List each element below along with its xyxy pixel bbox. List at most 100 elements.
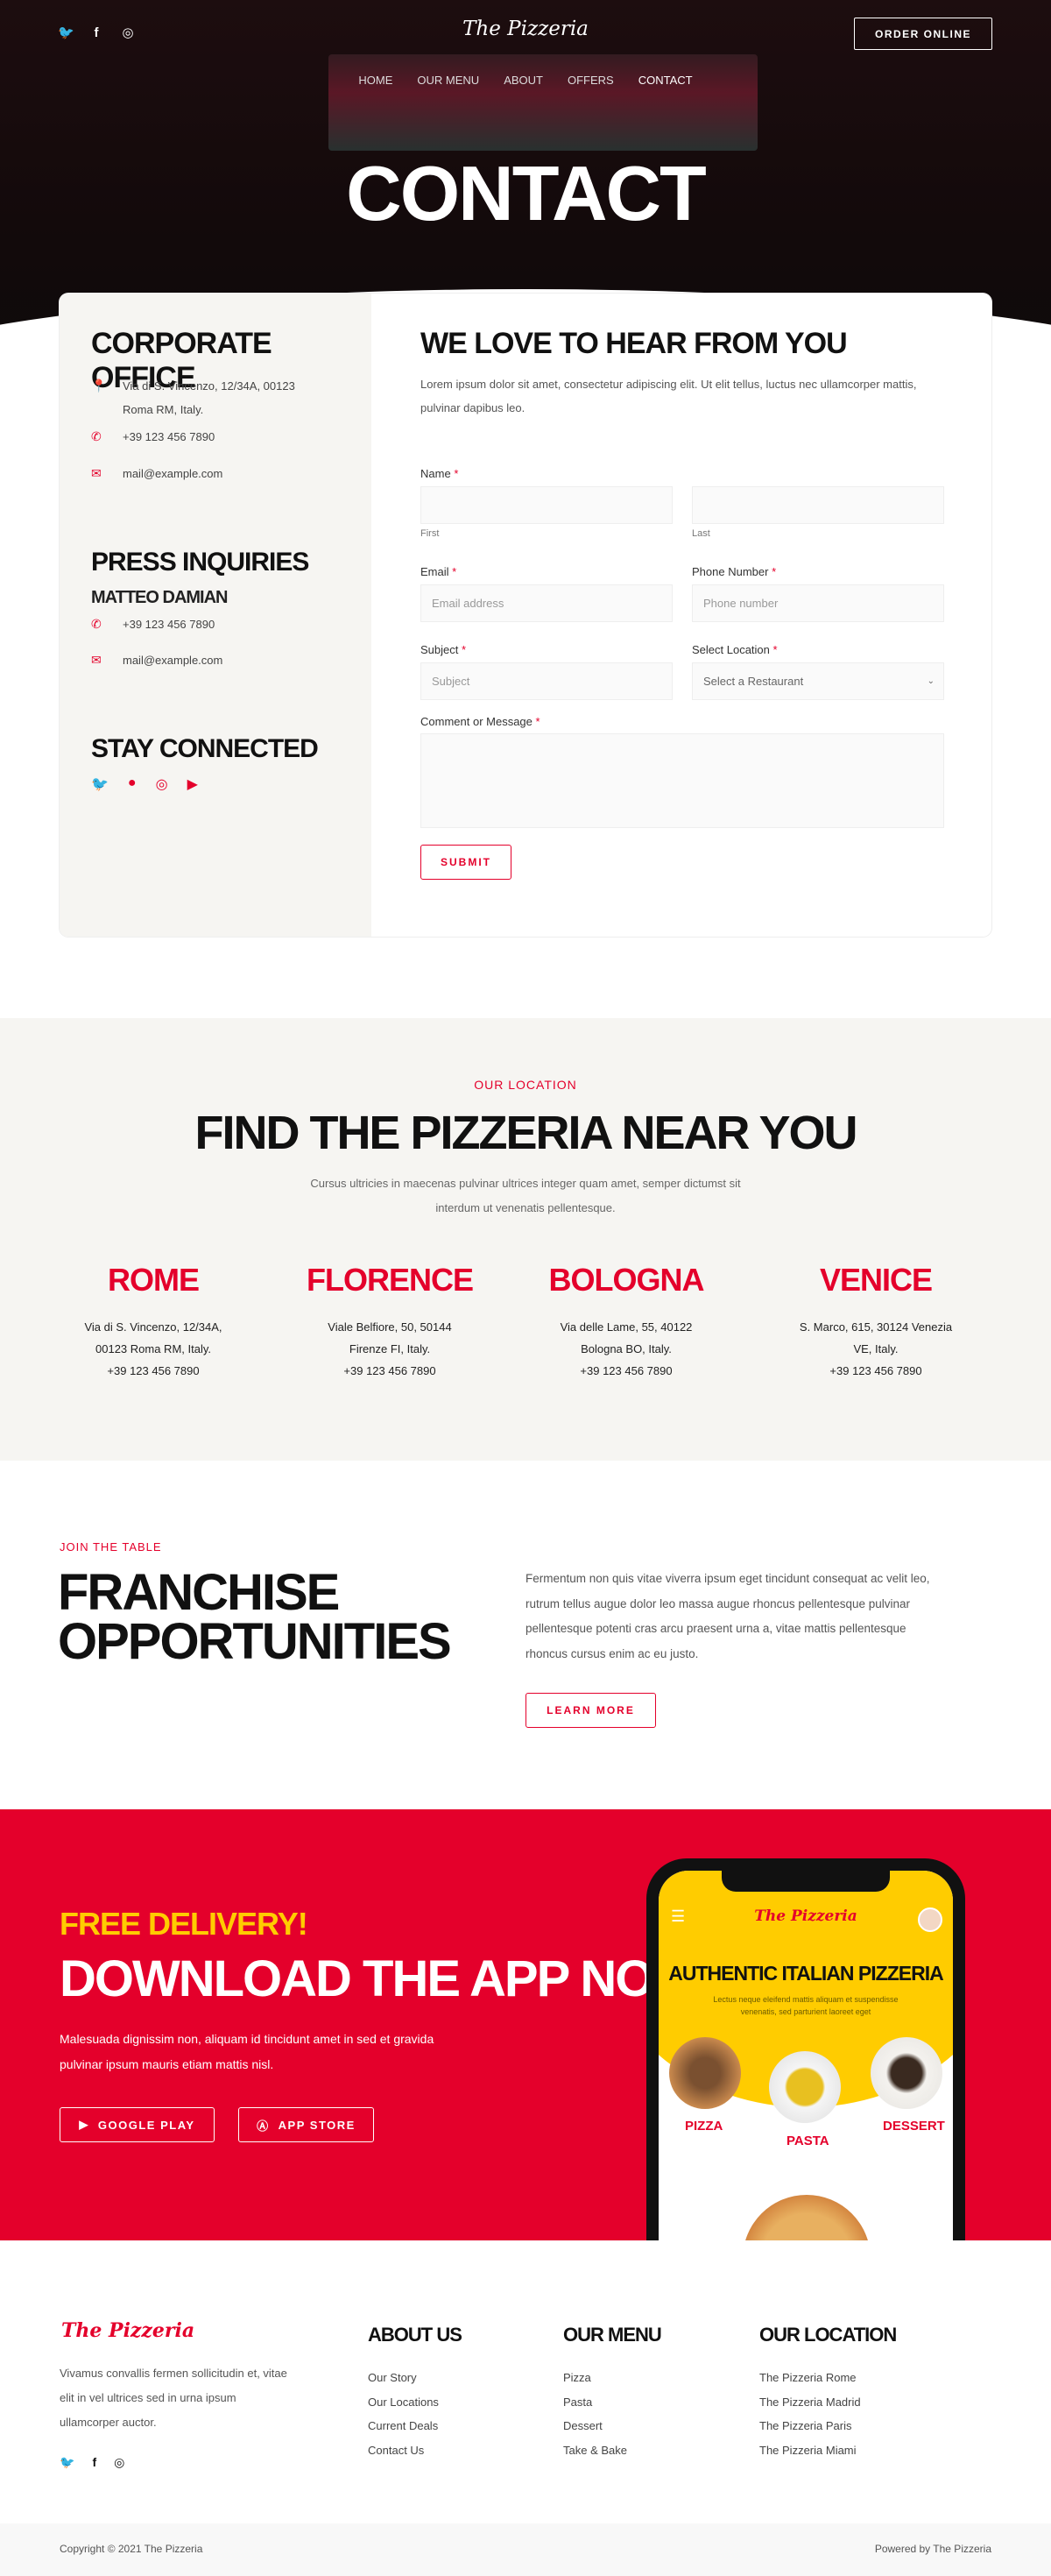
footer-link[interactable]: Pasta: [563, 2390, 627, 2415]
phone-icon: ✆: [91, 429, 102, 443]
category-pasta: PASTA: [786, 2134, 829, 2148]
message-textarea[interactable]: [420, 733, 944, 828]
footer-link[interactable]: Current Deals: [368, 2414, 439, 2438]
city-phone[interactable]: +39 123 456 7890: [758, 1360, 994, 1382]
footer-link[interactable]: The Pizzeria Miami: [759, 2438, 861, 2463]
submit-button[interactable]: SUBMIT: [420, 845, 511, 880]
facebook-icon[interactable]: ●: [128, 775, 137, 793]
city-address: Viale Belfiore, 50, 50144: [328, 1320, 452, 1334]
nav-contact[interactable]: CONTACT: [638, 74, 693, 87]
location-florence: FLORENCE Viale Belfiore, 50, 50144 Firenze…: [272, 1262, 508, 1382]
footer-link[interactable]: The Pizzeria Rome: [759, 2366, 861, 2390]
phone-brand: The Pizzeria: [754, 1907, 857, 1925]
app-section: FREE DELIVERY! DOWNLOAD THE APP NOW! Mal…: [0, 1809, 1051, 2240]
location-select[interactable]: Select a Restaurant ⌄: [692, 662, 944, 700]
city-address: 00123 Roma RM, Italy.: [95, 1342, 211, 1355]
footer-link[interactable]: Take & Bake: [563, 2438, 627, 2463]
franchise-heading: FRANCHISE OPPORTUNITIES: [58, 1568, 452, 1670]
powered-by: Powered by The Pizzeria: [874, 2543, 991, 2555]
email-label: Email: [420, 565, 449, 578]
footer-link[interactable]: The Pizzeria Paris: [759, 2414, 861, 2438]
nav-our-menu[interactable]: OUR MENU: [417, 74, 479, 87]
locations-section: OUR LOCATION FIND THE PIZZERIA NEAR YOU …: [0, 1018, 1051, 1461]
location-select-value: Select a Restaurant: [703, 675, 804, 688]
city-phone[interactable]: +39 123 456 7890: [35, 1360, 272, 1382]
city-name: FLORENCE: [307, 1262, 474, 1298]
location-rome: ROME Via di S. Vincenzo, 12/34A, 00123 Rom…: [35, 1262, 272, 1382]
twitter-icon[interactable]: 🐦: [91, 775, 109, 793]
required-mark: *: [535, 715, 540, 728]
avatar: [918, 1907, 942, 1932]
address-line: Via di S. Vincenzo, 12/34A, 00123: [123, 379, 295, 393]
corporate-email[interactable]: mail@example.com: [123, 462, 222, 485]
last-sublabel: Last: [692, 528, 710, 539]
app-heading: DOWNLOAD THE APP NOW!: [60, 1950, 716, 2007]
phone-label: Phone Number: [692, 565, 769, 578]
subject-input[interactable]: Subject: [420, 662, 673, 700]
footer-bottom-bar: Copyright © 2021 The Pizzeria Powered by…: [0, 2523, 1051, 2576]
city-phone[interactable]: +39 123 456 7890: [508, 1360, 744, 1382]
footer-link[interactable]: Our Story: [368, 2366, 439, 2390]
message-label: Comment or Message: [420, 715, 533, 728]
footer-menu-heading: OUR MENU: [563, 2324, 662, 2346]
press-email[interactable]: mail@example.com: [123, 648, 222, 672]
form-heading: WE LOVE TO HEAR FROM YOU: [420, 327, 848, 360]
footer-link[interactable]: Our Locations: [368, 2390, 439, 2415]
name-label: Name: [420, 467, 451, 480]
learn-more-button[interactable]: LEARN MORE: [526, 1693, 656, 1728]
google-play-button[interactable]: ▶ GOOGLE PLAY: [60, 2107, 215, 2142]
phone-input[interactable]: Phone number: [692, 584, 944, 622]
phone-heading: AUTHENTIC ITALIAN PIZZERIA: [668, 1962, 943, 1985]
first-name-input[interactable]: [420, 486, 673, 524]
press-inquiries-heading: PRESS INQUIRIES: [91, 548, 309, 577]
city-name: ROME: [108, 1262, 200, 1298]
footer-location-links: The Pizzeria Rome The Pizzeria Madrid The …: [759, 2366, 861, 2462]
nav-offers[interactable]: OFFERS: [568, 74, 614, 87]
nav-about[interactable]: ABOUT: [504, 74, 543, 87]
phone-mockup: ☰ The Pizzeria AUTHENTIC ITALIAN PIZZERI…: [646, 1858, 965, 2240]
form-intro: Lorem ipsum dolor sit amet, consectetur …: [420, 378, 917, 414]
location-bologna: BOLOGNA Via delle Lame, 55, 40122 Bologna …: [508, 1262, 744, 1382]
city-address: Via di S. Vincenzo, 12/34A,: [84, 1320, 222, 1334]
footer-logo[interactable]: The Pizzeria: [61, 2319, 194, 2342]
franchise-heading-line: OPPORTUNITIES: [58, 1613, 452, 1670]
order-online-button[interactable]: ORDER ONLINE: [854, 18, 992, 50]
last-name-input[interactable]: [692, 486, 944, 524]
city-phone[interactable]: +39 123 456 7890: [272, 1360, 508, 1382]
corporate-phone[interactable]: +39 123 456 7890: [123, 425, 215, 449]
instagram-icon[interactable]: ◎: [156, 775, 168, 793]
location-label: Select Location: [692, 643, 770, 656]
city-address: Via delle Lame, 55, 40122: [560, 1320, 693, 1334]
city-address: Firenze FI, Italy.: [349, 1342, 431, 1355]
footer-link[interactable]: The Pizzeria Madrid: [759, 2390, 861, 2415]
footer-link[interactable]: Pizza: [563, 2366, 627, 2390]
email-input[interactable]: Email address: [420, 584, 673, 622]
twitter-icon[interactable]: 🐦: [60, 2455, 74, 2470]
footer-link[interactable]: Dessert: [563, 2414, 627, 2438]
required-mark: *: [452, 565, 457, 578]
required-mark: *: [454, 467, 459, 480]
city-name: VENICE: [819, 1262, 933, 1298]
category-dessert: DESSERT: [883, 2119, 945, 2134]
dessert-image: [871, 2037, 942, 2109]
play-icon: ▶: [79, 2118, 89, 2131]
footer: The Pizzeria Vivamus convallis fermen so…: [0, 2240, 1051, 2523]
hero-background-sign: [328, 54, 758, 151]
instagram-icon[interactable]: ◎: [114, 2455, 124, 2470]
footer-text: Vivamus convallis fermen sollicitudin et…: [60, 2367, 287, 2429]
google-play-label: GOOGLE PLAY: [97, 2118, 195, 2132]
facebook-icon[interactable]: f: [92, 2455, 96, 2470]
footer-link[interactable]: Contact Us: [368, 2438, 439, 2463]
app-text: Malesuada dignissim non, aliquam id tinc…: [60, 2032, 434, 2071]
app-store-button[interactable]: Ⓐ APP STORE: [238, 2107, 374, 2142]
nav-home[interactable]: HOME: [358, 74, 392, 87]
press-phone[interactable]: +39 123 456 7890: [123, 612, 215, 636]
city-address: VE, Italy.: [853, 1342, 899, 1355]
city-address: S. Marco, 615, 30124 Venezia: [799, 1320, 953, 1334]
copyright: Copyright © 2021 The Pizzeria: [60, 2543, 203, 2555]
page-title: CONTACT: [346, 150, 707, 237]
featured-pizza-image: [743, 2195, 871, 2240]
franchise-text: Fermentum non quis vitae viverra ipsum e…: [526, 1572, 930, 1660]
address-line: Roma RM, Italy.: [123, 403, 204, 416]
youtube-icon[interactable]: ▶: [187, 775, 198, 793]
